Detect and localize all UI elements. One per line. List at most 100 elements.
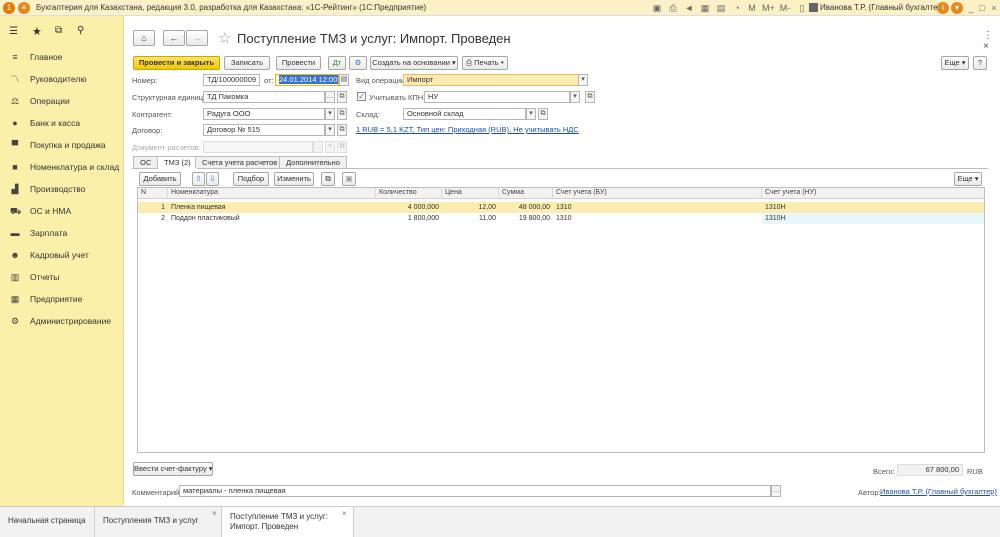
- bottom-tab-home[interactable]: Начальная страница: [0, 507, 95, 537]
- create-based-on-button[interactable]: Создать на основании ▾: [370, 56, 458, 70]
- back-icon[interactable]: ◄: [683, 2, 695, 14]
- post-button[interactable]: Провести: [276, 56, 321, 70]
- table-more-button[interactable]: Еще ▾: [954, 172, 982, 186]
- warehouse-open-icon[interactable]: ⧉: [538, 108, 548, 120]
- favorite-star-icon[interactable]: ☆: [218, 29, 231, 47]
- table-row[interactable]: 2 Поддон пластиковый 1 800,000 11,00 19 …: [138, 213, 984, 224]
- enter-invoice-button[interactable]: Ввести счет-фактуру ▾: [133, 462, 213, 476]
- help-button[interactable]: ?: [973, 56, 987, 70]
- settlement-open-icon[interactable]: ⧉: [337, 141, 347, 153]
- search-icon[interactable]: ⚲: [77, 25, 84, 36]
- operation-type-dropdown-icon[interactable]: ▾: [578, 74, 588, 86]
- column-header-account-bu[interactable]: Счет учета (БУ): [553, 188, 762, 199]
- structural-unit-open-icon[interactable]: ⧉: [337, 91, 347, 103]
- copy-rows-icon[interactable]: ⧉: [321, 172, 335, 186]
- kpn-field[interactable]: НУ: [424, 91, 570, 103]
- bottom-tab-receipts-list[interactable]: Поступления ТМЗ и услуг ×: [95, 507, 222, 537]
- kpn-checkbox[interactable]: ✓: [357, 92, 366, 101]
- memory-plus-button[interactable]: M+: [762, 2, 775, 14]
- print-icon[interactable]: ⎙: [667, 2, 679, 14]
- more-vertical-icon[interactable]: ⋮: [983, 30, 993, 41]
- settings-icon[interactable]: ▾: [951, 2, 963, 14]
- contractor-field[interactable]: Радуга ООО: [203, 108, 325, 120]
- paste-rows-icon[interactable]: ▣: [342, 172, 356, 186]
- favorites-star-icon[interactable]: ★: [32, 25, 42, 38]
- sidebar-item-manager[interactable]: 〽 Руководителю: [0, 68, 124, 90]
- close-document-icon[interactable]: ×: [983, 41, 989, 52]
- sidebar-item-enterprise[interactable]: ▦ Предприятие: [0, 288, 124, 310]
- hamburger-icon[interactable]: ☰: [9, 26, 18, 37]
- comment-field[interactable]: материалы - пленка пищевая: [179, 485, 771, 497]
- column-header-quantity[interactable]: Количество: [376, 188, 442, 199]
- settlement-document-field[interactable]: [203, 141, 313, 153]
- sidebar-item-nomenclature[interactable]: ■ Номенклатура и склад: [0, 156, 124, 178]
- settlement-clear-icon[interactable]: ×: [325, 141, 335, 153]
- contract-open-icon[interactable]: ⧉: [337, 124, 347, 136]
- calendar-icon[interactable]: ▤: [715, 2, 727, 14]
- save-button[interactable]: Записать: [224, 56, 270, 70]
- sidebar-item-production[interactable]: ▟ Производство: [0, 178, 124, 200]
- close-tab-icon[interactable]: ×: [212, 509, 217, 518]
- table-row[interactable]: 1 Пленка пищевая 4 000,000 12,00 48 000,…: [138, 202, 984, 213]
- main-menu-icon[interactable]: ≡: [18, 2, 30, 14]
- bottom-tab-current-document[interactable]: Поступление ТМЗ и услуг: Импорт. Проведе…: [222, 507, 354, 537]
- comment-edit-button[interactable]: …: [771, 485, 781, 497]
- sidebar-item-salary[interactable]: ▬ Зарплата: [0, 222, 124, 244]
- column-header-account-nu[interactable]: Счет учета (НУ): [762, 188, 984, 199]
- home-button[interactable]: ⌂: [133, 30, 155, 46]
- column-header-sum[interactable]: Сумма: [499, 188, 553, 199]
- structure-icon[interactable]: ⚙: [349, 56, 367, 70]
- sidebar-item-reports[interactable]: ▥ Отчеты: [0, 266, 124, 288]
- move-up-icon[interactable]: ⇧: [192, 172, 205, 186]
- forward-arrow-icon[interactable]: →: [186, 30, 208, 46]
- sidebar-item-bank[interactable]: ● Банк и касса: [0, 112, 124, 134]
- author-link[interactable]: Иванова Т.Р. (Главный бухгалтер): [880, 487, 997, 496]
- close-tab-icon[interactable]: ×: [342, 509, 347, 519]
- sidebar-item-main[interactable]: ≡ Главное: [0, 46, 124, 68]
- calendar-picker-icon[interactable]: ▤: [339, 74, 349, 86]
- contractor-dropdown-icon[interactable]: ▾: [325, 108, 335, 120]
- info-icon[interactable]: i: [937, 2, 949, 14]
- sidebar-item-purchase-sale[interactable]: ▀ Покупка и продажа: [0, 134, 124, 156]
- date-field[interactable]: 24.01.2014 12:00:0: [275, 74, 339, 86]
- memory-m-button[interactable]: M: [746, 2, 758, 14]
- window-list-icon[interactable]: ▯: [796, 2, 808, 14]
- tab-settlement-accounts[interactable]: Счета учета расчетов: [195, 156, 285, 168]
- column-header-n[interactable]: N: [138, 188, 168, 199]
- contractor-open-icon[interactable]: ⧉: [337, 108, 347, 120]
- kpn-open-icon[interactable]: ⧉: [585, 91, 595, 103]
- alarm-icon[interactable]: ◔: [731, 2, 743, 14]
- kpn-dropdown-icon[interactable]: ▾: [570, 91, 580, 103]
- calc-icon[interactable]: ▦: [699, 2, 711, 14]
- structural-unit-field[interactable]: ТД Пакомка: [203, 91, 325, 103]
- history-icon[interactable]: ⧉: [55, 25, 62, 36]
- dt-kt-icon[interactable]: Дт: [328, 56, 346, 70]
- operation-type-field[interactable]: Импорт: [403, 74, 579, 86]
- memory-minus-button[interactable]: M-: [779, 2, 791, 14]
- sidebar-item-operations[interactable]: ⚖ Операции: [0, 90, 124, 112]
- warehouse-field[interactable]: Основной склад: [403, 108, 526, 120]
- maximize-button[interactable]: □: [976, 2, 988, 14]
- add-row-button[interactable]: Добавить: [139, 172, 181, 186]
- tab-os[interactable]: ОС: [133, 156, 159, 168]
- sidebar-item-hr[interactable]: ☻ Кадровый учет: [0, 244, 124, 266]
- warehouse-dropdown-icon[interactable]: ▾: [526, 108, 536, 120]
- print-button[interactable]: ⎙ Печать ▾: [462, 56, 508, 70]
- currency-price-type-link[interactable]: 1 RUB = 5,1 KZT, Тип цен: Приходная (RUB…: [356, 125, 579, 134]
- number-field[interactable]: ТД/100000009: [203, 74, 260, 86]
- close-window-button[interactable]: ×: [988, 2, 1000, 14]
- save-icon[interactable]: ▣: [651, 2, 663, 14]
- sidebar-item-fixed-assets[interactable]: ⛟ ОС и НМА: [0, 200, 124, 222]
- contract-dropdown-icon[interactable]: ▾: [325, 124, 335, 136]
- current-user[interactable]: Иванова Т.Р. (Главный бухгалтер): [820, 3, 945, 12]
- post-and-close-button[interactable]: Провести и закрыть: [133, 56, 220, 70]
- sidebar-item-admin[interactable]: ⚙ Администрирование: [0, 310, 124, 332]
- tab-additional[interactable]: Дополнительно: [279, 156, 347, 168]
- more-button[interactable]: Еще ▾: [941, 56, 969, 70]
- back-arrow-icon[interactable]: ←: [163, 30, 185, 46]
- contract-field[interactable]: Договор № 515: [203, 124, 325, 136]
- column-header-price[interactable]: Цена: [442, 188, 499, 199]
- column-header-nomenclature[interactable]: Номенклатура: [168, 188, 376, 199]
- settlement-select-button[interactable]: …: [313, 141, 323, 153]
- structural-unit-select-button[interactable]: …: [325, 91, 335, 103]
